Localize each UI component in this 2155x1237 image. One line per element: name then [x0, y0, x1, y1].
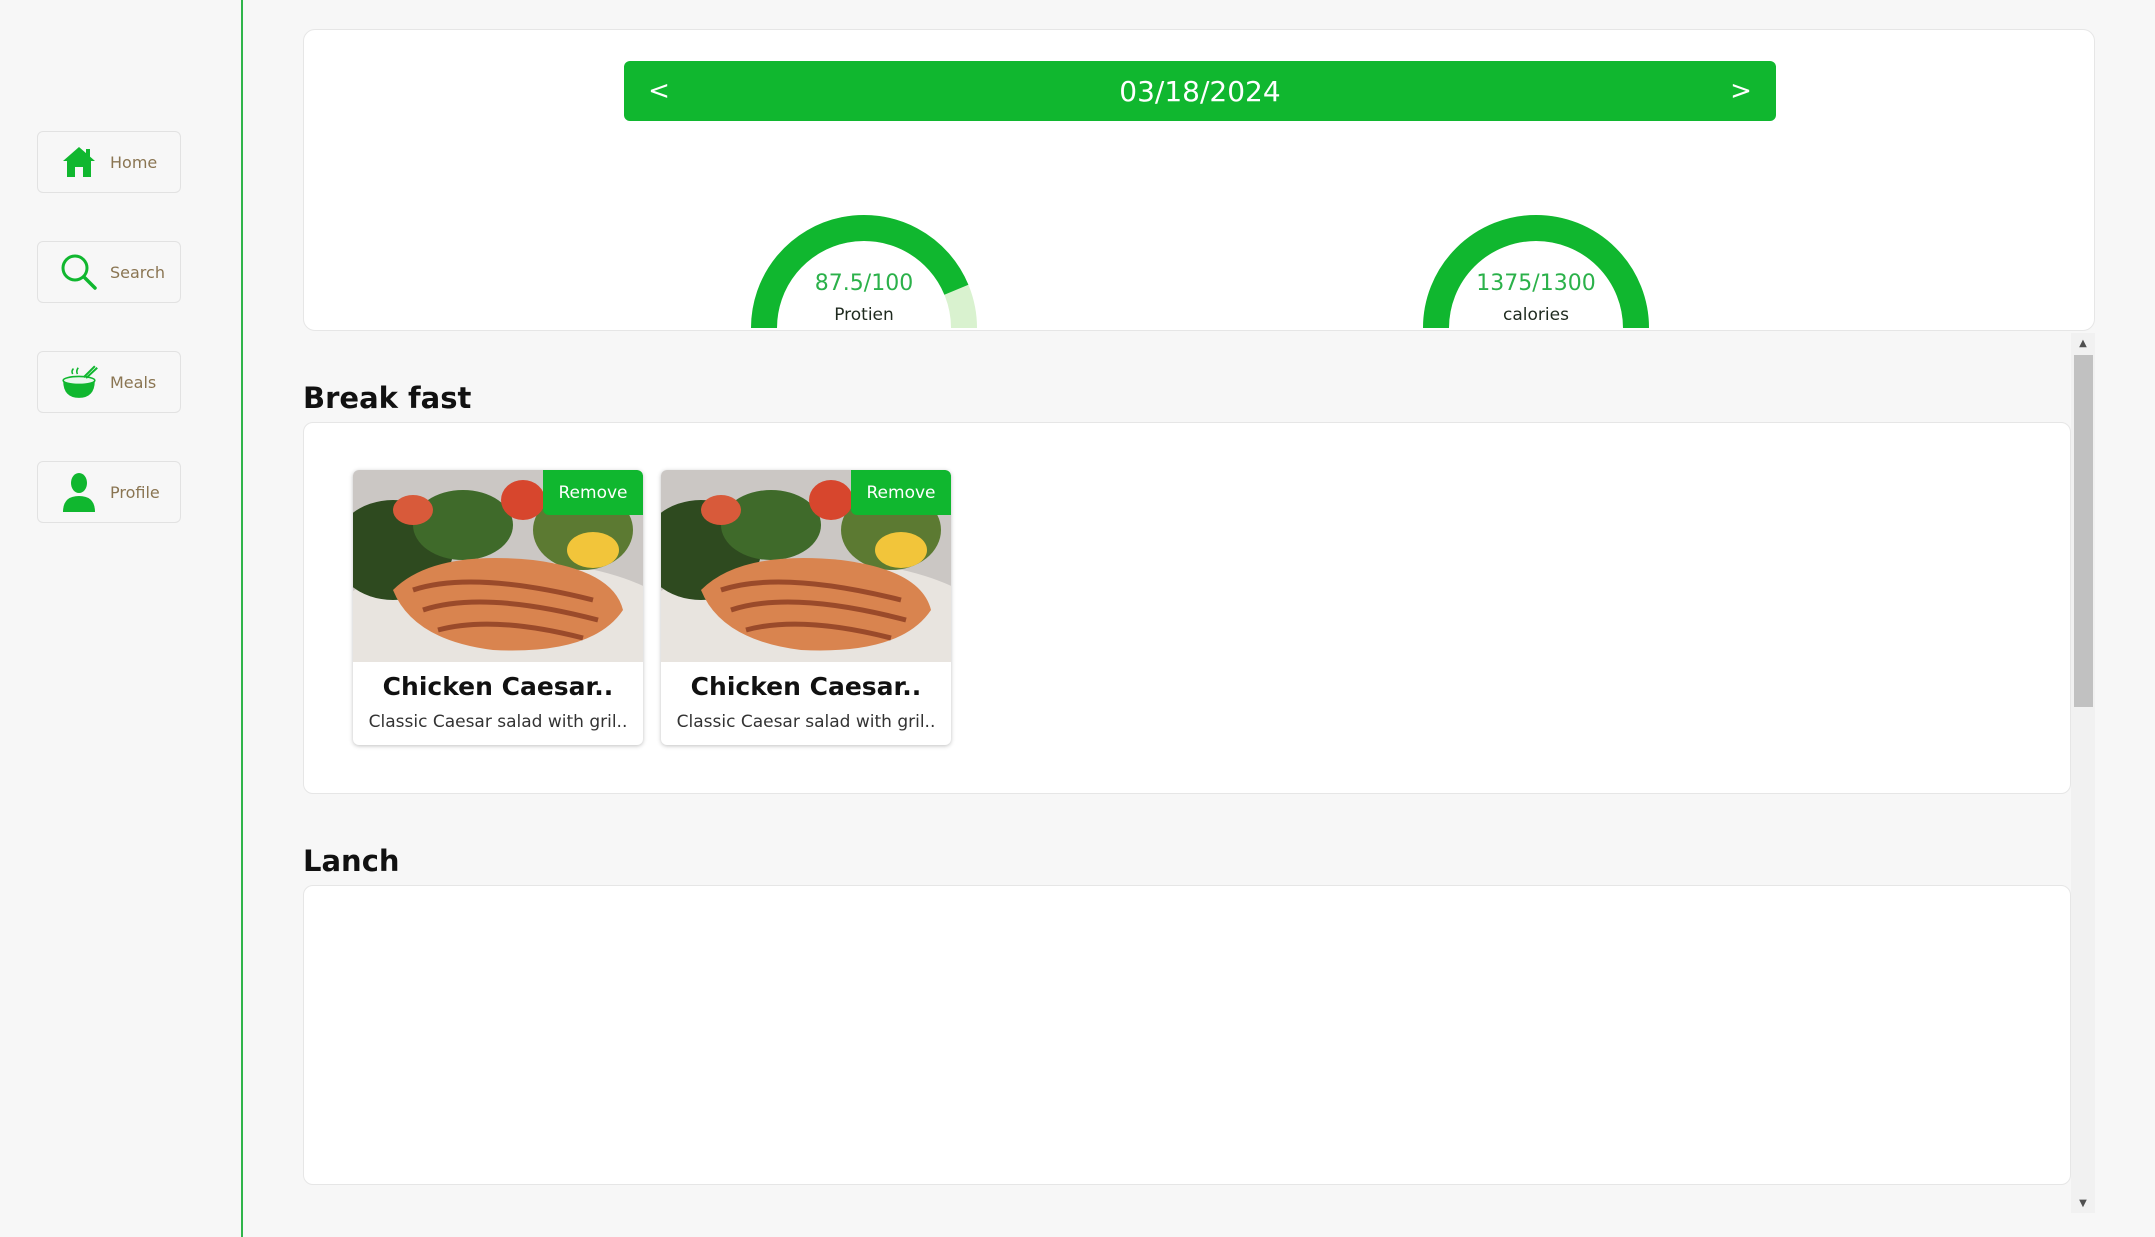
- breakfast-section: Remove Chicken Caesar.. Classic Caesar s…: [303, 422, 2071, 794]
- calories-label: calories: [1503, 305, 1569, 325]
- sidebar-item-home[interactable]: Home: [37, 131, 181, 193]
- protein-value: 87.5/100: [814, 271, 914, 296]
- breakfast-title: Break fast: [303, 381, 472, 415]
- sidebar-item-label: Home: [110, 152, 158, 172]
- prev-day-button[interactable]: <: [629, 61, 689, 121]
- daily-stats-card: < 03/18/2024 > 87.5/100 Protien 1375/130…: [303, 29, 2095, 331]
- scroll-thumb[interactable]: [2074, 355, 2093, 707]
- home-icon: [60, 143, 98, 181]
- next-day-button[interactable]: >: [1711, 61, 1771, 121]
- meal-card[interactable]: Remove Chicken Caesar.. Classic Caesar s…: [661, 470, 951, 745]
- calories-value: 1375/1300: [1476, 271, 1596, 296]
- protein-label: Protien: [834, 305, 894, 325]
- calories-gauge: 1375/1300 calories: [1416, 178, 1656, 330]
- meal-card[interactable]: Remove Chicken Caesar.. Classic Caesar s…: [353, 470, 643, 745]
- search-icon: [60, 253, 98, 291]
- sidebar-item-profile[interactable]: Profile: [37, 461, 181, 523]
- app-root: Home Search Meals Profile < 03/18/2024 >…: [0, 0, 2155, 1237]
- meal-description: Classic Caesar salad with gril..: [676, 712, 936, 732]
- lunch-section: [303, 885, 2071, 1185]
- sidebar-item-label: Profile: [110, 482, 160, 502]
- sidebar-item-label: Search: [110, 262, 165, 282]
- content-scrollbar[interactable]: ▲ ▼: [2071, 333, 2095, 1213]
- scroll-down-icon[interactable]: ▼: [2071, 1193, 2095, 1213]
- bowl-icon: [60, 363, 98, 401]
- sidebar: Home Search Meals Profile: [0, 0, 243, 1237]
- sidebar-item-label: Meals: [110, 372, 157, 392]
- meal-title: Chicken Caesar..: [690, 672, 922, 701]
- scroll-up-icon[interactable]: ▲: [2071, 333, 2095, 353]
- current-date: 03/18/2024: [1119, 74, 1281, 108]
- protein-gauge: 87.5/100 Protien: [744, 178, 984, 330]
- remove-meal-button[interactable]: Remove: [851, 470, 951, 515]
- sidebar-item-search[interactable]: Search: [37, 241, 181, 303]
- user-icon: [60, 473, 98, 512]
- meal-description: Classic Caesar salad with gril..: [368, 712, 628, 732]
- sidebar-item-meals[interactable]: Meals: [37, 351, 181, 413]
- lunch-title: Lanch: [303, 844, 400, 878]
- meal-title: Chicken Caesar..: [382, 672, 614, 701]
- date-navigator: < 03/18/2024 >: [624, 61, 1776, 121]
- remove-meal-button[interactable]: Remove: [543, 470, 643, 515]
